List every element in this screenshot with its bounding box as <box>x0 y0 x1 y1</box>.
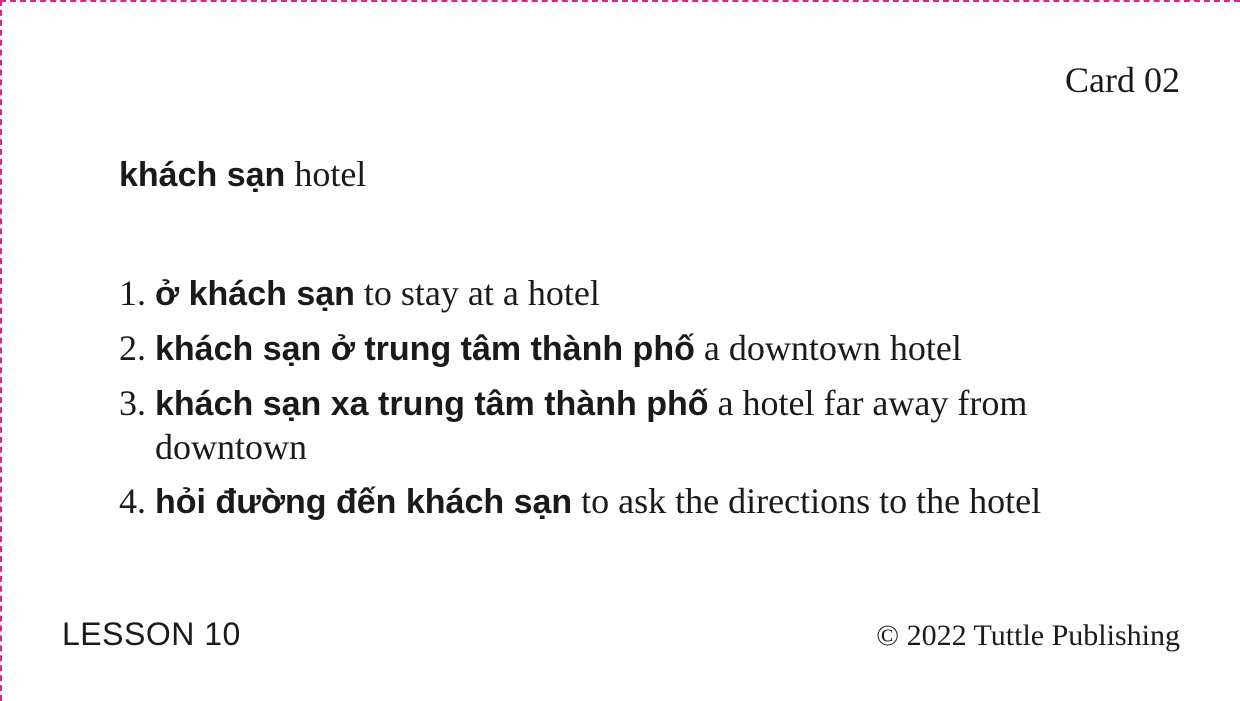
example-vietnamese: hỏi đường đến khách sạn <box>155 483 573 521</box>
example-number: 3. <box>119 383 146 423</box>
flashcard: Card 02 khách sạn hotel 1. ở khách sạn t… <box>0 0 1240 701</box>
example-item: 2. khách sạn ở trung tâm thành phố a dow… <box>119 327 1119 371</box>
headword: khách sạn hotel <box>119 152 366 197</box>
example-english: to stay at a hotel <box>363 273 600 313</box>
example-list: 1. ở khách sạn to stay at a hotel 2. khá… <box>119 272 1119 535</box>
lesson-label: LESSON 10 <box>62 616 241 652</box>
example-english: a downtown hotel <box>703 328 962 368</box>
example-item: 3. khách sạn xa trung tâm thành phố a ho… <box>119 382 1119 469</box>
card-number: Card 02 <box>1065 60 1180 100</box>
example-number: 4. <box>119 481 146 521</box>
example-vietnamese: khách sạn xa trung tâm thành phố <box>155 385 709 423</box>
headword-english: hotel <box>294 154 367 194</box>
example-english: to ask the directions to the hotel <box>581 481 1042 521</box>
example-vietnamese: khách sạn ở trung tâm thành phố <box>155 330 695 368</box>
example-item: 1. ở khách sạn to stay at a hotel <box>119 272 1119 316</box>
copyright-notice: © 2022 Tuttle Publishing <box>876 619 1180 652</box>
example-item: 4. hỏi đường đến khách sạn to ask the di… <box>119 480 1119 524</box>
headword-vietnamese: khách sạn <box>119 156 286 194</box>
example-number: 2. <box>119 328 146 368</box>
example-number: 1. <box>119 273 146 313</box>
example-vietnamese: ở khách sạn <box>155 275 355 313</box>
